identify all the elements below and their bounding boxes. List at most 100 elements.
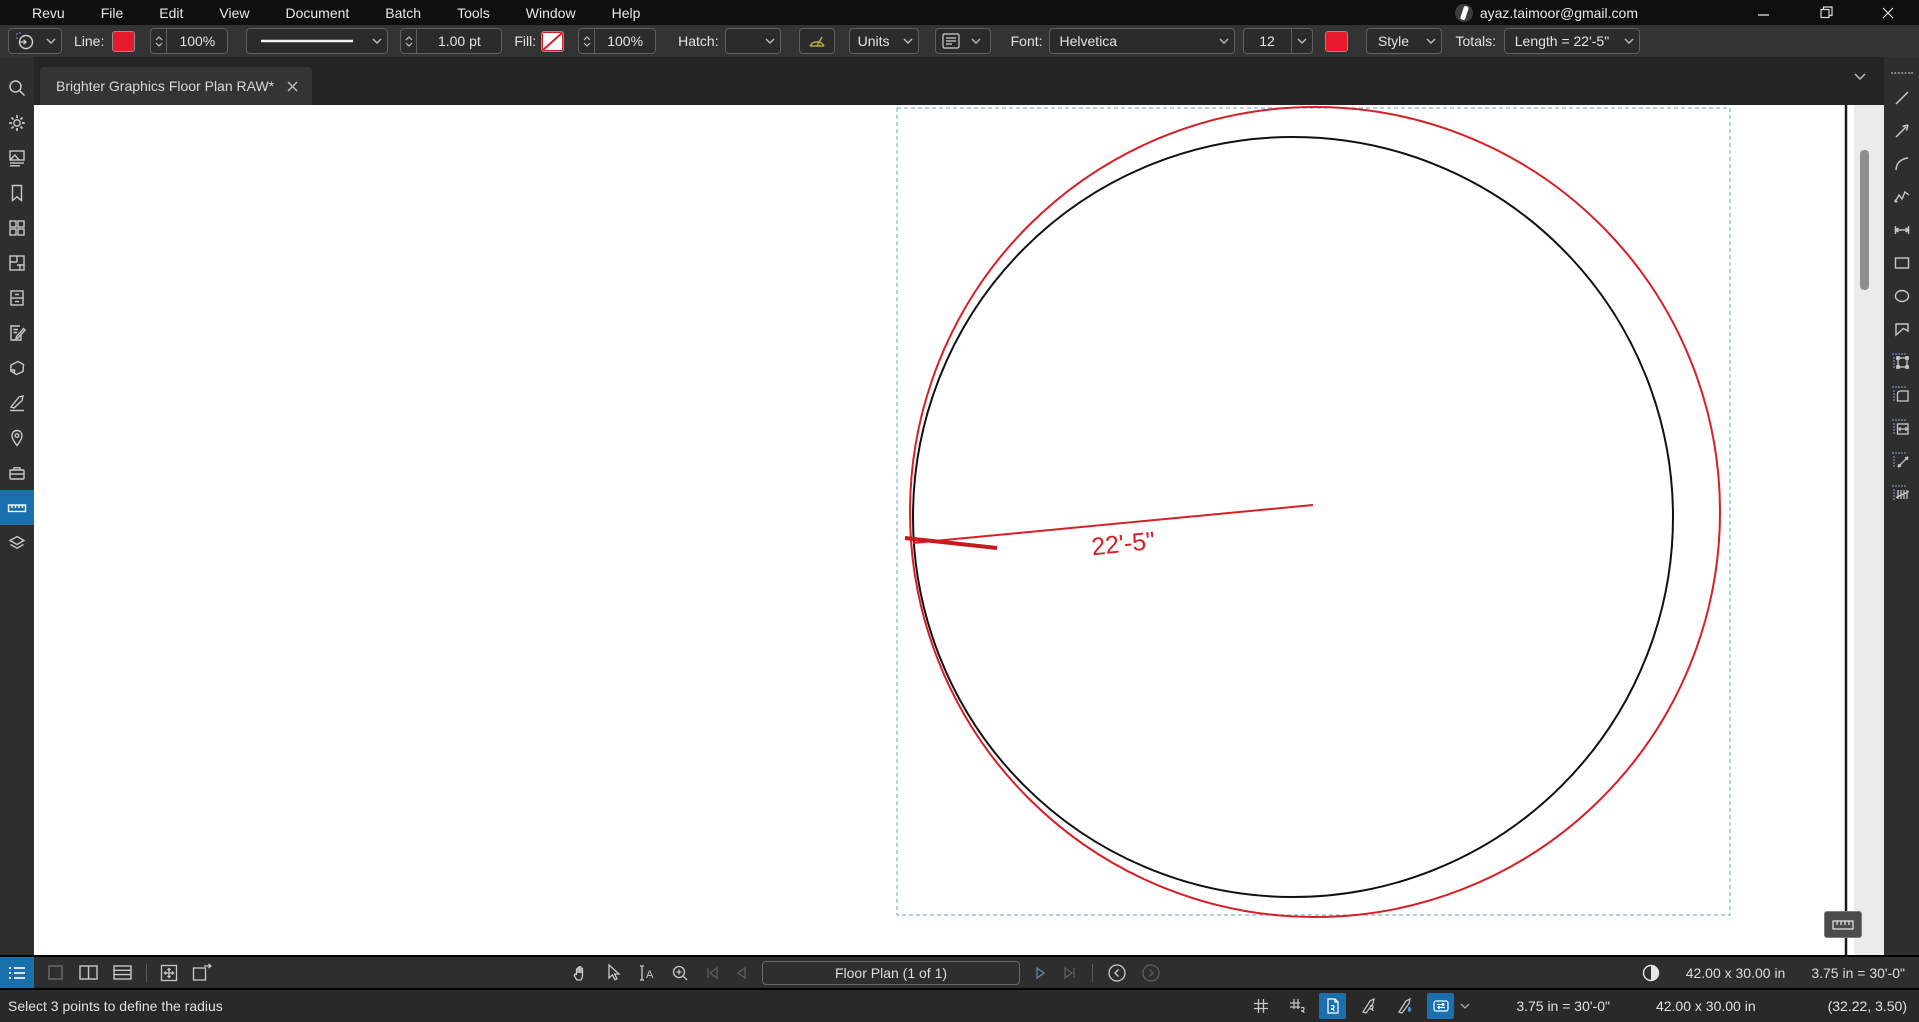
spinner-arrows-icon[interactable] xyxy=(579,29,595,53)
caption-alignment-dropdown[interactable] xyxy=(935,28,991,54)
measurements-panel-button-active[interactable] xyxy=(0,490,34,525)
document-tab[interactable]: Brighter Graphics Floor Plan RAW* xyxy=(40,67,312,105)
menu-document[interactable]: Document xyxy=(267,0,367,25)
line-width-spinner[interactable]: 1.00 pt xyxy=(400,28,502,54)
calibrate-button[interactable] xyxy=(799,28,835,54)
status-right-controls: 3.75 in = 30'-0" 42.00 x 30.00 in (32.22… xyxy=(1238,993,1907,1019)
pan-tool-button[interactable] xyxy=(570,963,590,983)
places-panel-button[interactable] xyxy=(0,420,34,455)
status-scale-value[interactable]: 3.75 in = 30'-0" xyxy=(1516,998,1610,1014)
rectangle-tool-button[interactable] xyxy=(1884,246,1919,279)
workspace: Brighter Graphics Floor Plan RAW* 22'-5" xyxy=(0,57,1919,955)
toolbox-panel-button[interactable] xyxy=(0,455,34,490)
previous-page-button[interactable] xyxy=(734,965,748,981)
properties-panel-button[interactable] xyxy=(0,105,34,140)
3d-model-panel-button[interactable] xyxy=(0,350,34,385)
line-style-dropdown[interactable] xyxy=(246,28,388,54)
vertical-scrollbar[interactable] xyxy=(1854,105,1884,955)
reuse-chevron-icon[interactable] xyxy=(1460,1003,1470,1009)
menu-batch[interactable]: Batch xyxy=(367,0,439,25)
tab-close-icon[interactable] xyxy=(283,79,302,94)
line-width-value[interactable]: 1.00 pt xyxy=(417,33,501,49)
area-measure-button[interactable] xyxy=(1884,378,1919,411)
active-tool-dropdown[interactable] xyxy=(8,28,62,54)
arc-tool-button[interactable] xyxy=(1884,147,1919,180)
dimension-tool-button[interactable] xyxy=(1884,213,1919,246)
previous-view-button[interactable] xyxy=(1107,963,1127,983)
arrow-tool-button[interactable] xyxy=(1884,114,1919,147)
reuse-markup-button[interactable] xyxy=(1427,993,1454,1019)
move-page-button[interactable] xyxy=(159,963,179,983)
menu-edit[interactable]: Edit xyxy=(141,0,201,25)
scrollbar-thumb[interactable] xyxy=(1860,150,1869,290)
menu-window[interactable]: Window xyxy=(508,0,594,25)
spinner-arrows-icon[interactable] xyxy=(401,29,417,53)
ellipse-tool-button[interactable] xyxy=(1884,279,1919,312)
first-page-button[interactable] xyxy=(704,965,720,981)
style-dropdown[interactable]: Style xyxy=(1366,28,1442,54)
snap-to-content-button[interactable] xyxy=(1319,993,1346,1019)
line-opacity-spinner[interactable]: 100% xyxy=(150,28,228,54)
snap-to-markup-button[interactable] xyxy=(1355,993,1382,1019)
polyline-tool-button[interactable] xyxy=(1884,180,1919,213)
diameter-measure-button[interactable] xyxy=(1884,444,1919,477)
volume-measure-button[interactable] xyxy=(1884,411,1919,444)
font-size-dropdown[interactable]: 12 xyxy=(1243,28,1313,54)
line-opacity-value[interactable]: 100% xyxy=(167,33,227,49)
menu-revu[interactable]: Revu xyxy=(14,0,83,25)
markups-list-panel-button[interactable] xyxy=(0,315,34,350)
select-tool-button[interactable] xyxy=(604,963,622,983)
count-measure-button[interactable] xyxy=(1884,477,1919,510)
menu-tools[interactable]: Tools xyxy=(439,0,508,25)
spinner-arrows-icon[interactable] xyxy=(151,29,167,53)
calibrate-panel-button[interactable] xyxy=(0,385,34,420)
document-canvas[interactable]: 22'-5" xyxy=(34,105,1884,955)
next-view-button[interactable] xyxy=(1141,963,1161,983)
split-horizontal-button[interactable] xyxy=(112,963,134,983)
account-button[interactable]: ayaz.taimoor@gmail.com xyxy=(1455,4,1638,22)
totals-dropdown[interactable]: Length = 22'-5" xyxy=(1504,28,1640,54)
bottom-toolbar: A Floor Plan (1 of 1) 42.00 x 30.00 in 3… xyxy=(0,955,1919,988)
menu-file[interactable]: File xyxy=(83,0,142,25)
perimeter-measure-button[interactable] xyxy=(1884,345,1919,378)
restore-button[interactable] xyxy=(1795,0,1857,25)
thumbnails-panel-button[interactable] xyxy=(0,140,34,175)
minimize-icon xyxy=(1758,7,1770,19)
minimize-button[interactable] xyxy=(1733,0,1795,25)
fill-opacity-spinner[interactable]: 100% xyxy=(578,28,656,54)
split-document-button[interactable] xyxy=(191,963,213,983)
polygon-tool-button[interactable] xyxy=(1884,312,1919,345)
toolbox-icon xyxy=(7,463,27,483)
menu-help[interactable]: Help xyxy=(594,0,659,25)
search-panel-button[interactable] xyxy=(0,70,34,105)
bookmarks-panel-button[interactable] xyxy=(0,175,34,210)
last-page-button[interactable] xyxy=(1062,965,1078,981)
close-button[interactable] xyxy=(1857,0,1919,25)
panel-menu-button[interactable] xyxy=(0,957,34,988)
file-access-panel-button[interactable] xyxy=(0,280,34,315)
next-page-button[interactable] xyxy=(1034,965,1048,981)
units-dropdown[interactable]: Units xyxy=(849,28,919,54)
toolbar-drag-handle[interactable] xyxy=(1890,65,1914,81)
select-text-button[interactable]: A xyxy=(636,963,656,983)
font-family-dropdown[interactable]: Helvetica xyxy=(1049,28,1235,54)
tab-list-chevron-icon[interactable] xyxy=(1854,73,1866,81)
grid-toggle-button[interactable] xyxy=(1247,993,1274,1019)
line-tool-button[interactable] xyxy=(1884,81,1919,114)
zoom-tool-button[interactable] xyxy=(670,963,690,983)
font-color-swatch[interactable] xyxy=(1325,31,1348,52)
spaces-panel-button[interactable] xyxy=(0,245,34,280)
layers-panel-button[interactable] xyxy=(0,525,34,560)
fill-color-swatch[interactable] xyxy=(541,31,564,52)
hatch-dropdown[interactable] xyxy=(725,28,781,54)
menu-view[interactable]: View xyxy=(201,0,267,25)
line-color-swatch[interactable] xyxy=(112,31,135,52)
tool-chest-panel-button[interactable] xyxy=(0,210,34,245)
split-vertical-button[interactable] xyxy=(78,963,100,983)
single-pane-button[interactable] xyxy=(46,963,66,983)
snap-hybrid-button[interactable] xyxy=(1391,993,1418,1019)
fill-opacity-value[interactable]: 100% xyxy=(595,33,655,49)
contrast-icon[interactable] xyxy=(1642,964,1660,982)
snap-to-grid-button[interactable] xyxy=(1283,993,1310,1019)
page-navigation-field[interactable]: Floor Plan (1 of 1) xyxy=(762,961,1020,985)
